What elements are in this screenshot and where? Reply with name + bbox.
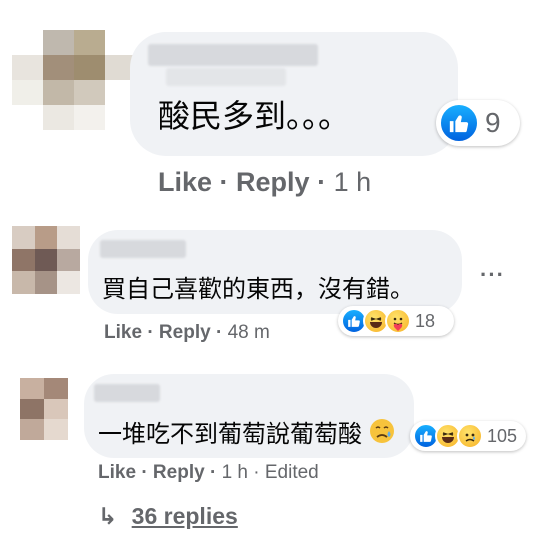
reply-link[interactable]: Reply	[159, 322, 211, 343]
comment-text-content: 一堆吃不到葡萄說葡萄酸	[98, 420, 362, 448]
separator-dot: ·	[215, 322, 228, 343]
view-replies-link[interactable]: ↳ 36 replies	[98, 502, 238, 530]
separator-dot: ·	[219, 167, 237, 197]
comment-bubble: 酸民多到。。。	[130, 32, 458, 156]
commenter-name[interactable]	[148, 44, 318, 66]
comment-bubble: 買自己喜歡的東西，沒有錯。	[88, 230, 462, 314]
comment-text: 買自己喜歡的東西，沒有錯。	[102, 276, 414, 303]
more-options-icon[interactable]: ···	[480, 262, 505, 288]
commenter-name[interactable]	[94, 384, 160, 402]
commenter-avatar[interactable]	[20, 378, 68, 440]
timestamp[interactable]: 1 h	[334, 167, 372, 197]
commenter-avatar[interactable]	[12, 226, 80, 294]
reaction-summary[interactable]: 105	[410, 421, 526, 451]
separator-dot: ·	[147, 322, 159, 343]
reaction-summary[interactable]: 18	[338, 306, 454, 336]
separator-dot: ·	[209, 462, 222, 483]
comment-text: 酸民多到。。。	[158, 98, 351, 134]
comment-actions: Like · Reply · 48 m	[104, 321, 270, 345]
commenter-avatar[interactable]	[12, 30, 136, 130]
comment-text: 一堆吃不到葡萄說葡萄酸	[98, 418, 395, 453]
separator-dot: ·	[317, 167, 334, 197]
comment-bubble: 一堆吃不到葡萄說葡萄酸	[84, 374, 414, 458]
separator-dot: ·	[253, 462, 265, 483]
reaction-count: 9	[485, 107, 501, 138]
timestamp[interactable]: 48 m	[228, 322, 270, 343]
replies-count-label[interactable]: 36 replies	[132, 503, 238, 529]
commenter-name[interactable]	[100, 240, 186, 258]
reaction-count: 105	[487, 425, 518, 446]
sad-face-emoji	[369, 418, 395, 453]
edited-label: Edited	[264, 462, 319, 483]
like-link[interactable]: Like	[98, 462, 136, 483]
like-icon	[439, 103, 479, 143]
comment-actions: Like · Reply · 1 h	[158, 166, 371, 198]
reaction-count: 18	[415, 310, 436, 331]
reaction-summary[interactable]: 9	[436, 100, 520, 146]
comment-actions: Like · Reply · 1 h · Edited	[98, 461, 319, 485]
reply-link[interactable]: Reply	[153, 462, 205, 483]
reply-link[interactable]: Reply	[236, 167, 310, 197]
like-link[interactable]: Like	[158, 167, 212, 197]
commenter-name-secondary	[166, 68, 286, 86]
like-link[interactable]: Like	[104, 322, 142, 343]
reply-arrow-icon: ↳	[98, 503, 118, 529]
sad-icon	[457, 423, 483, 449]
care-icon	[385, 308, 411, 334]
separator-dot: ·	[141, 462, 153, 483]
timestamp[interactable]: 1 h	[222, 462, 248, 483]
